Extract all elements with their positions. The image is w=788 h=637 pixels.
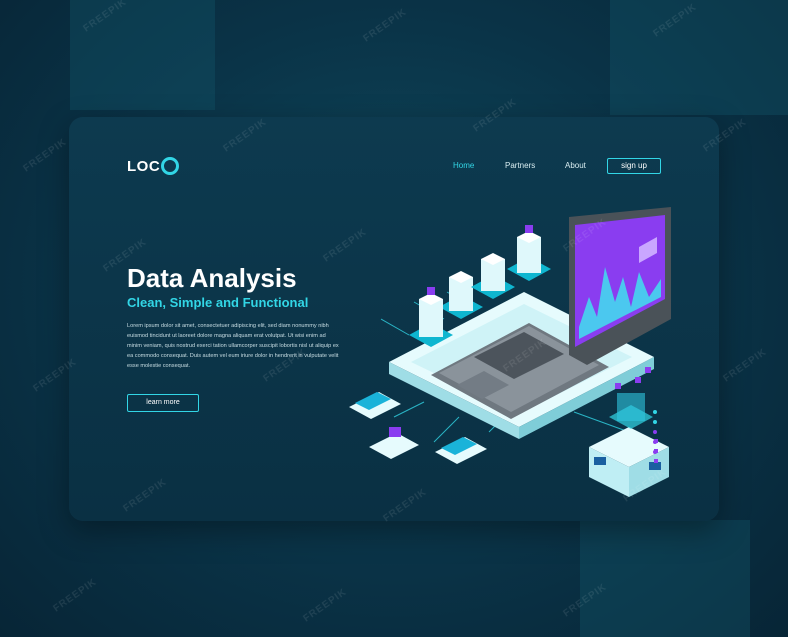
background-shape <box>580 520 750 637</box>
logo-text: LOC <box>127 157 161 175</box>
storage-module-icon <box>349 392 401 419</box>
watermark: FREEPIK <box>21 136 69 175</box>
hero-title: Data Analysis <box>127 263 297 293</box>
data-analysis-illustration <box>349 207 671 497</box>
server-stack-icon <box>439 271 483 319</box>
hero-body-text: Lorem ipsum dolor sit amet, consectetuer… <box>127 323 339 369</box>
sign-up-button[interactable]: sign up <box>607 158 661 174</box>
learn-more-button[interactable]: learn more <box>127 394 199 412</box>
watermark: FREEPIK <box>51 576 99 615</box>
watermark: FREEPIK <box>301 586 349 625</box>
logo-ring-icon <box>161 157 180 175</box>
landing-page-card: LOC Home Partners About sign up Data Ana… <box>69 117 719 521</box>
nav-about[interactable]: About <box>565 161 586 170</box>
server-stack-icon <box>409 287 453 347</box>
server-stack-icon <box>471 253 515 299</box>
nav-partners[interactable]: Partners <box>505 161 535 170</box>
logo[interactable]: LOC <box>127 157 180 175</box>
server-stack-icon <box>507 225 551 281</box>
watermark: FREEPIK <box>721 346 769 385</box>
hero-subtitle: Clean, Simple and Functional <box>127 295 309 310</box>
watermark: FREEPIK <box>361 6 409 45</box>
background-shape <box>610 0 788 115</box>
storage-module-icon <box>369 427 419 459</box>
nav-home[interactable]: Home <box>453 161 474 170</box>
background-shape <box>70 0 215 110</box>
storage-module-icon <box>435 437 487 464</box>
